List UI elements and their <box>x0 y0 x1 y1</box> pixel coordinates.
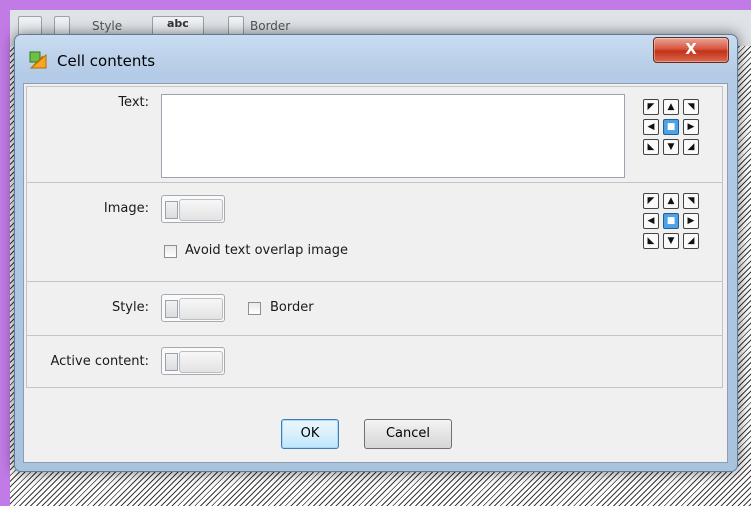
active-content-label: Active content: <box>50 354 150 369</box>
border-checkbox[interactable] <box>248 302 261 315</box>
align-bottom-right-button[interactable]: ◢ <box>683 139 699 155</box>
border-label: Border <box>270 300 314 315</box>
close-button[interactable]: X <box>653 37 729 63</box>
active-content-enable-checkbox[interactable] <box>165 353 178 371</box>
text-section: Text: ◤ ▲ ◥ ◀ ■ ▶ ◣ ▼ ◢ <box>26 86 723 183</box>
image-align-center-button[interactable]: ■ <box>663 213 679 229</box>
align-top-right-button[interactable]: ◥ <box>683 99 699 115</box>
image-align-bottom-right-button[interactable]: ◢ <box>683 233 699 249</box>
image-section: Image: Avoid text overlap image ◤ ▲ ◥ ◀ … <box>26 182 723 282</box>
background-dropdown <box>18 16 42 36</box>
image-align-middle-right-button[interactable]: ▶ <box>683 213 699 229</box>
highlight-frame-left <box>0 0 10 506</box>
style-picker[interactable] <box>161 294 225 322</box>
image-align-top-center-button[interactable]: ▲ <box>663 193 679 209</box>
dialog-client-area: Text: ◤ ▲ ◥ ◀ ■ ▶ ◣ ▼ ◢ Image: Avoid tex <box>23 83 728 463</box>
align-bottom-left-button[interactable]: ◣ <box>643 139 659 155</box>
background-button <box>54 16 70 36</box>
image-align-middle-left-button[interactable]: ◀ <box>643 213 659 229</box>
active-content-section: Active content: <box>26 335 723 388</box>
text-alignment-grid: ◤ ▲ ◥ ◀ ■ ▶ ◣ ▼ ◢ <box>643 99 703 159</box>
align-middle-left-button[interactable]: ◀ <box>643 119 659 135</box>
style-picker-face <box>179 298 223 320</box>
image-align-bottom-left-button[interactable]: ◣ <box>643 233 659 249</box>
app-icon <box>29 51 47 69</box>
align-middle-right-button[interactable]: ▶ <box>683 119 699 135</box>
avoid-overlap-label: Avoid text overlap image <box>185 243 349 258</box>
avoid-overlap-checkbox[interactable] <box>164 245 177 258</box>
image-align-bottom-center-button[interactable]: ▼ <box>663 233 679 249</box>
background-abc-button: abc <box>152 16 204 36</box>
image-picker-face <box>179 199 223 221</box>
image-align-top-right-button[interactable]: ◥ <box>683 193 699 209</box>
text-label: Text: <box>118 95 149 110</box>
style-label: Style: <box>111 300 149 315</box>
align-center-button[interactable]: ■ <box>663 119 679 135</box>
align-top-left-button[interactable]: ◤ <box>643 99 659 115</box>
text-input[interactable] <box>161 94 625 178</box>
style-enable-checkbox[interactable] <box>165 300 178 318</box>
align-bottom-center-button[interactable]: ▼ <box>663 139 679 155</box>
style-section: Style: Border <box>26 281 723 336</box>
title-bar[interactable]: Cell contents X <box>15 35 737 83</box>
cancel-button[interactable]: Cancel <box>364 419 452 449</box>
cell-contents-dialog: Cell contents X Text: ◤ ▲ ◥ ◀ ■ ▶ ◣ ▼ ◢ … <box>14 34 738 472</box>
image-enable-checkbox[interactable] <box>165 201 178 219</box>
image-picker[interactable] <box>161 195 225 223</box>
background-style-label: Style <box>92 19 123 33</box>
background-checkbox <box>228 16 244 36</box>
background-abc-label: abc <box>167 17 189 30</box>
image-label: Image: <box>103 201 149 216</box>
active-content-picker-face <box>179 351 223 373</box>
image-align-top-left-button[interactable]: ◤ <box>643 193 659 209</box>
image-alignment-grid: ◤ ▲ ◥ ◀ ■ ▶ ◣ ▼ ◢ <box>643 193 703 253</box>
dialog-title: Cell contents <box>57 52 156 70</box>
active-content-picker[interactable] <box>161 347 225 375</box>
background-border-label: Border <box>250 19 291 33</box>
align-top-center-button[interactable]: ▲ <box>663 99 679 115</box>
highlight-frame-top <box>0 0 751 10</box>
ok-button[interactable]: OK <box>281 419 339 449</box>
